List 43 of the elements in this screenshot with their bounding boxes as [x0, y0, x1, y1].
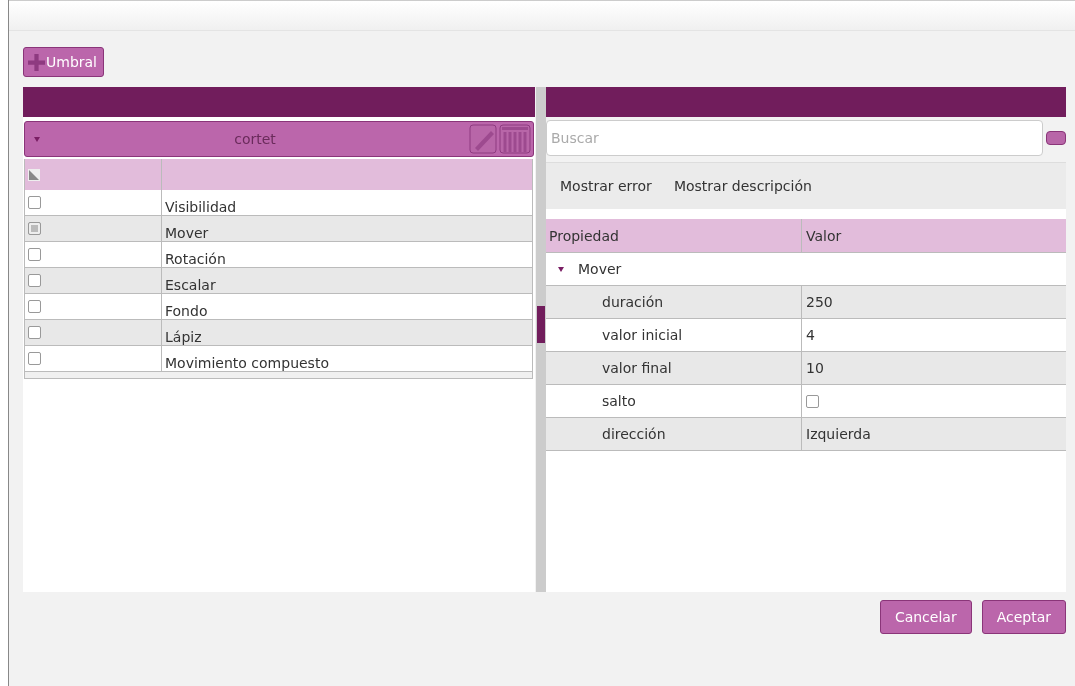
- table-cell-text: Movimiento compuesto: [164, 354, 330, 371]
- column-header[interactable]: Valor: [802, 219, 1066, 252]
- property-value[interactable]: 250: [806, 294, 833, 310]
- action-link[interactable]: Mostrar descripción: [673, 178, 812, 194]
- checkbox[interactable]: [28, 248, 41, 261]
- plus-icon: [28, 53, 45, 71]
- table-cell-text: Lápiz: [164, 328, 203, 345]
- collapse-arrow-icon[interactable]: [33, 135, 41, 143]
- table-cell-text: Visibilidad: [164, 198, 238, 215]
- property-name: salto: [546, 385, 802, 417]
- group-title: cortet: [233, 131, 277, 147]
- expand-handle-icon[interactable]: [537, 306, 545, 343]
- property-name: valor final: [546, 352, 802, 384]
- search-field[interactable]: Buscar: [546, 120, 1043, 156]
- table-cell-text: Escalar: [164, 276, 217, 293]
- property-name: valor inicial: [546, 319, 802, 351]
- action-link[interactable]: Mostrar error: [560, 178, 652, 194]
- dialog-button[interactable]: Cancelar: [879, 600, 972, 634]
- checkbox[interactable]: [28, 274, 41, 287]
- property-name: dirección: [546, 418, 802, 450]
- pencil-icon[interactable]: [469, 124, 497, 154]
- checkbox[interactable]: [28, 326, 41, 339]
- dialog-button[interactable]: Aceptar: [981, 600, 1066, 634]
- select-all-icon[interactable]: [28, 168, 40, 181]
- splitter[interactable]: [536, 87, 546, 592]
- table-cell-text: Fondo: [164, 302, 209, 319]
- property-value[interactable]: 10: [806, 360, 824, 376]
- group-name: Mover: [578, 261, 622, 277]
- expand-arrow-icon[interactable]: [557, 265, 565, 273]
- table-cell-text: Rotación: [164, 250, 227, 267]
- column-header[interactable]: Propiedad: [546, 219, 802, 252]
- checkbox[interactable]: [28, 196, 41, 209]
- trash-icon[interactable]: [499, 124, 531, 154]
- table-cell-text: Mover: [164, 224, 210, 241]
- property-value[interactable]: 4: [806, 327, 815, 343]
- property-name: duración: [546, 286, 802, 318]
- clear-search-icon[interactable]: [1046, 131, 1066, 145]
- checkbox[interactable]: [28, 222, 41, 235]
- checkbox[interactable]: [28, 352, 41, 365]
- property-value[interactable]: Izquierda: [806, 426, 871, 442]
- checkbox[interactable]: [806, 394, 819, 408]
- checkbox[interactable]: [28, 300, 41, 313]
- add-button[interactable]: Umbral: [23, 47, 104, 77]
